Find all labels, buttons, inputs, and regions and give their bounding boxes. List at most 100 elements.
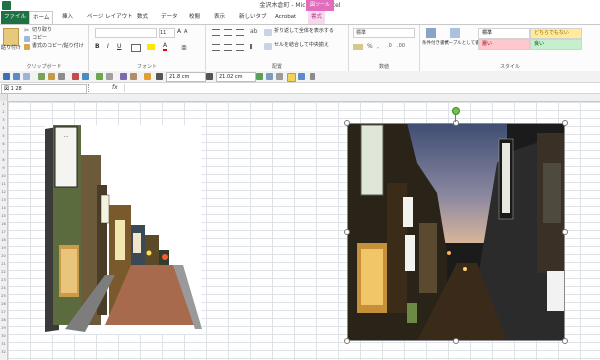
row-header[interactable]: 14: [0, 206, 7, 210]
selection-pane-icon[interactable]: [298, 73, 305, 80]
width-field[interactable]: 21.02 cm: [216, 72, 256, 82]
tab-acrobat[interactable]: Acrobat: [272, 11, 299, 24]
highlight-icon[interactable]: [287, 73, 296, 82]
row-header[interactable]: 12: [0, 190, 7, 194]
align-icon[interactable]: [130, 73, 137, 80]
cell-style-neutral[interactable]: どちらでもない: [530, 28, 582, 39]
row-header[interactable]: 31: [0, 342, 7, 346]
italic-icon[interactable]: I: [107, 43, 109, 50]
name-box[interactable]: 図 1 28: [1, 84, 87, 94]
row-header[interactable]: 5: [0, 134, 7, 138]
row-header[interactable]: 25: [0, 294, 7, 298]
row-header[interactable]: 19: [0, 246, 7, 250]
copy-button[interactable]: コピー: [32, 35, 47, 42]
tab-new[interactable]: 新しいタブ: [236, 11, 270, 24]
cell-style-good[interactable]: 良い: [530, 39, 582, 50]
grow-font-icon[interactable]: A: [177, 28, 181, 35]
conditional-format-icon[interactable]: [426, 28, 436, 38]
row-header[interactable]: 18: [0, 238, 7, 242]
bold-icon[interactable]: B: [95, 43, 100, 50]
align-left-icon[interactable]: [212, 44, 220, 51]
crop-icon[interactable]: [48, 73, 55, 80]
align-top-icon[interactable]: [212, 29, 220, 36]
scissors-icon[interactable]: ✂: [24, 28, 30, 34]
column-headers[interactable]: [0, 94, 600, 102]
row-header[interactable]: 11: [0, 182, 7, 186]
align-bottom-icon[interactable]: [236, 29, 244, 36]
lock-aspect-icon[interactable]: [256, 73, 263, 80]
cut-button[interactable]: 切り取り: [32, 27, 52, 34]
align-middle-icon[interactable]: [224, 29, 232, 36]
undo-icon[interactable]: [13, 73, 20, 80]
tab-file[interactable]: ファイル: [1, 11, 30, 24]
row-header[interactable]: 27: [0, 310, 7, 314]
tab-page-layout[interactable]: ページ レイアウト: [84, 11, 136, 24]
row-header[interactable]: 1: [0, 102, 7, 106]
resize-handle-ne[interactable]: [562, 120, 568, 126]
row-header[interactable]: 28: [0, 318, 7, 322]
wrap-text-button[interactable]: 折り返して全体を表示する: [274, 28, 334, 35]
insert-function-icon[interactable]: fx: [112, 83, 118, 93]
group-icon[interactable]: [120, 73, 127, 80]
copy-icon[interactable]: [24, 36, 30, 42]
row-header[interactable]: 3: [0, 118, 7, 122]
formula-input[interactable]: [124, 84, 599, 92]
rotate-icon[interactable]: [82, 73, 89, 80]
insert-picture-icon[interactable]: [38, 73, 45, 80]
artistic-effects-icon[interactable]: [276, 73, 283, 80]
save-icon[interactable]: [3, 73, 10, 80]
row-header[interactable]: 26: [0, 302, 7, 306]
row-headers[interactable]: 1 2 3 4 5 6 7 8 9 10 11 12 13 14 15 16 17 18 19 20 21 22 23 24 2…: [0, 101, 8, 360]
format-as-table-icon[interactable]: [450, 28, 460, 38]
picture-style-icon[interactable]: [144, 73, 151, 80]
font-name-select[interactable]: [95, 28, 157, 38]
row-header[interactable]: 2: [0, 110, 7, 114]
reset-picture-icon[interactable]: [266, 73, 273, 80]
row-header[interactable]: 8: [0, 158, 7, 162]
comma-icon[interactable]: ,: [377, 43, 379, 50]
customize-toolbar-icon[interactable]: [310, 73, 315, 80]
row-header[interactable]: 13: [0, 198, 7, 202]
underline-icon[interactable]: U: [117, 43, 121, 50]
row-header[interactable]: 21: [0, 262, 7, 266]
row-header[interactable]: 30: [0, 334, 7, 338]
font-color-icon[interactable]: A: [163, 42, 168, 51]
format-painter-icon[interactable]: [24, 44, 30, 50]
phonetic-icon[interactable]: 亜: [181, 43, 187, 52]
resize-handle-se[interactable]: [562, 338, 568, 344]
tab-insert[interactable]: 挿入: [59, 11, 76, 24]
fill-color-icon[interactable]: [147, 44, 155, 50]
row-header[interactable]: 4: [0, 126, 7, 130]
align-center-icon[interactable]: [224, 44, 232, 51]
row-header[interactable]: 20: [0, 254, 7, 258]
tab-format[interactable]: 書式: [308, 11, 326, 24]
row-header[interactable]: 24: [0, 286, 7, 290]
row-header[interactable]: 15: [0, 214, 7, 218]
resize-handle-s[interactable]: [453, 338, 459, 344]
paste-button[interactable]: 貼り付け: [1, 45, 21, 52]
resize-handle-nw[interactable]: [344, 120, 350, 126]
rotate-handle-icon[interactable]: [452, 107, 460, 115]
row-header[interactable]: 16: [0, 222, 7, 226]
row-header[interactable]: 7: [0, 150, 7, 154]
resize-handle-sw[interactable]: [344, 338, 350, 344]
compress-icon[interactable]: [58, 73, 65, 80]
row-header[interactable]: 22: [0, 270, 7, 274]
send-backward-icon[interactable]: [106, 73, 113, 80]
height-field[interactable]: 21.8 cm: [166, 72, 206, 82]
row-header[interactable]: 6: [0, 142, 7, 146]
cell-style-normal[interactable]: 標準: [478, 28, 530, 39]
resize-handle-n[interactable]: [453, 120, 459, 126]
row-header[interactable]: 10: [0, 174, 7, 178]
tab-home[interactable]: ホーム: [29, 11, 54, 24]
tab-data[interactable]: データ: [158, 11, 181, 24]
merge-center-icon[interactable]: [264, 43, 272, 50]
increase-decimal-icon[interactable]: .0: [387, 43, 392, 49]
currency-icon[interactable]: [353, 44, 363, 50]
tab-formulas[interactable]: 数式: [134, 11, 151, 24]
row-header[interactable]: 23: [0, 278, 7, 282]
border-icon[interactable]: [131, 44, 141, 52]
font-size-select[interactable]: 11: [159, 28, 175, 38]
row-header[interactable]: 32: [0, 350, 7, 354]
resize-handle-w[interactable]: [344, 229, 350, 235]
